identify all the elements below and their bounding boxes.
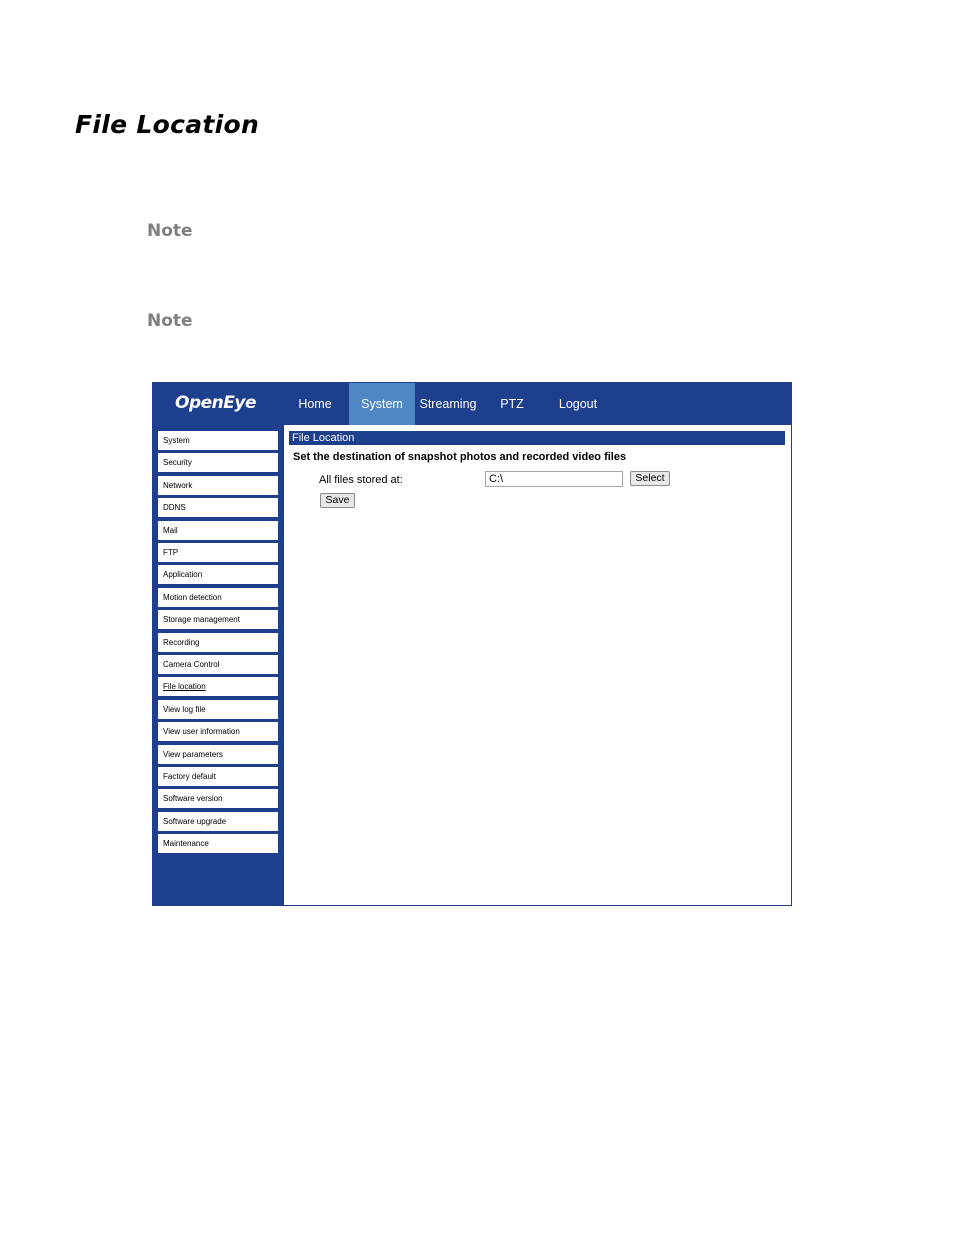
sidebar-item-label: Motion detection — [163, 593, 222, 602]
sidebar-item-file-location[interactable]: File location — [158, 677, 278, 696]
sidebar-item-storage-management[interactable]: Storage management — [158, 610, 278, 629]
storage-path-input[interactable] — [485, 471, 623, 487]
sidebar-item-view-user-information[interactable]: View user information — [158, 722, 278, 741]
sidebar-item-camera-control[interactable]: Camera Control — [158, 655, 278, 674]
sidebar-item-application[interactable]: Application — [158, 565, 278, 584]
sidebar-item-security[interactable]: Security — [158, 453, 278, 472]
sidebar-item-motion-detection[interactable]: Motion detection — [158, 588, 278, 607]
sidebar-item-recording[interactable]: Recording — [158, 633, 278, 652]
document-title: File Location — [75, 110, 260, 139]
sidebar-item-view-log-file[interactable]: View log file — [158, 700, 278, 719]
sidebar-item-label: Factory default — [163, 772, 216, 781]
select-folder-button[interactable]: Select — [630, 471, 670, 486]
sidebar-item-software-upgrade[interactable]: Software upgrade — [158, 812, 278, 831]
sidebar-item-label: Network — [163, 481, 193, 490]
sidebar-item-maintenance[interactable]: Maintenance — [158, 834, 278, 853]
sidebar-item-label: FTP — [163, 548, 179, 557]
save-button[interactable]: Save — [320, 493, 355, 508]
section-description: Set the destination of snapshot photos a… — [293, 451, 627, 463]
sidebar-item-software-version[interactable]: Software version — [158, 789, 278, 808]
sidebar-item-label: Storage management — [163, 615, 240, 624]
sidebar-item-label: View user information — [163, 727, 240, 736]
sidebar-item-label: Software version — [163, 794, 223, 803]
storage-path-label: All files stored at: — [319, 474, 403, 486]
nav-tab-streaming[interactable]: Streaming — [415, 383, 481, 425]
sidebar-item-label: Recording — [163, 638, 200, 647]
sidebar-item-label: Application — [163, 570, 203, 579]
sidebar-item-system[interactable]: System — [158, 431, 278, 450]
sidebar-item-mail[interactable]: Mail — [158, 521, 278, 540]
camera-web-ui: OpenEye Home System Streaming PTZ Logout… — [152, 382, 792, 906]
nav-tab-home[interactable]: Home — [284, 383, 346, 425]
sidebar-item-factory-default[interactable]: Factory default — [158, 767, 278, 786]
nav-tab-logout[interactable]: Logout — [549, 383, 607, 425]
sidebar-item-label: View parameters — [163, 750, 223, 759]
sidebar-item-label: View log file — [163, 705, 206, 714]
sidebar-item-label: Security — [163, 458, 192, 467]
sidebar-item-label: Software upgrade — [163, 817, 227, 826]
sidebar-item-ddns[interactable]: DDNS — [158, 498, 278, 517]
sidebar-item-label: Camera Control — [163, 660, 220, 669]
sidebar-menu: System Security Network DDNS Mail FTP Ap… — [153, 425, 284, 905]
section-header: File Location — [289, 431, 785, 445]
sidebar-item-label: DDNS — [163, 503, 186, 512]
sidebar-item-label: File location — [163, 682, 206, 691]
sidebar-item-label: Maintenance — [163, 839, 209, 848]
sidebar-item-view-parameters[interactable]: View parameters — [158, 745, 278, 764]
openeye-logo: OpenEye — [175, 393, 256, 413]
sidebar-item-label: Mail — [163, 526, 178, 535]
nav-tab-system[interactable]: System — [349, 383, 415, 425]
note-label: Note — [147, 221, 193, 241]
note-label: Note — [147, 311, 193, 331]
main-content: File Location Set the destination of sna… — [284, 425, 791, 905]
nav-tab-ptz[interactable]: PTZ — [487, 383, 537, 425]
sidebar-item-label: System — [163, 436, 190, 445]
top-navigation-bar: OpenEye Home System Streaming PTZ Logout — [153, 383, 791, 425]
sidebar-item-ftp[interactable]: FTP — [158, 543, 278, 562]
sidebar-item-network[interactable]: Network — [158, 476, 278, 495]
